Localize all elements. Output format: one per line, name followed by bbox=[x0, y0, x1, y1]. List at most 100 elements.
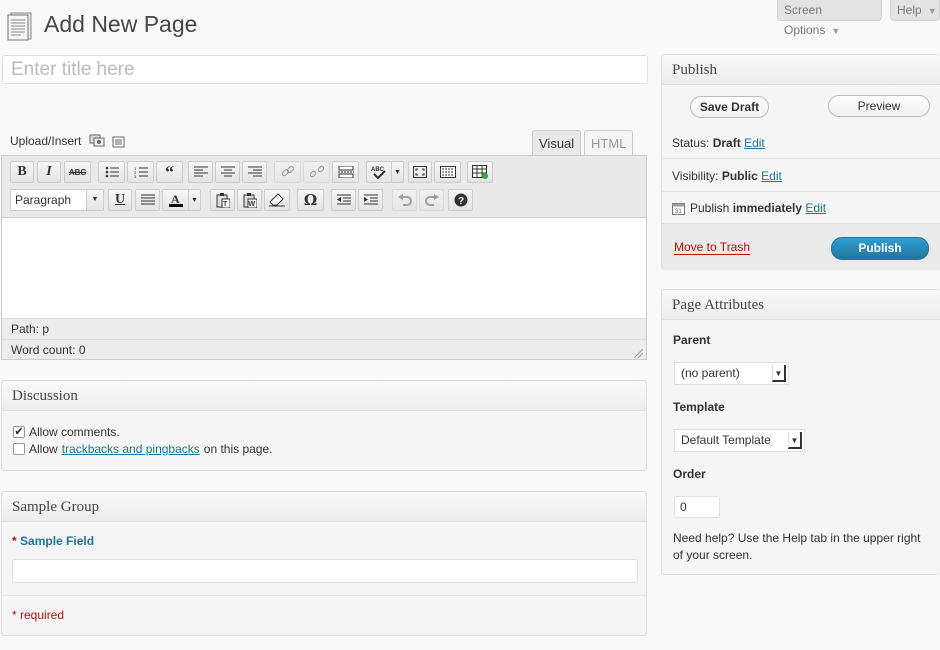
spellcheck-dropdown[interactable]: ▼ bbox=[391, 161, 404, 183]
remove-format-button[interactable] bbox=[264, 189, 290, 211]
editor-content-area[interactable] bbox=[2, 218, 646, 318]
sample-field-input[interactable] bbox=[12, 559, 638, 583]
ordered-list-icon: 123 bbox=[134, 166, 148, 178]
underline-button[interactable]: U bbox=[108, 189, 132, 211]
title-input[interactable]: Enter title here bbox=[2, 55, 648, 84]
trackbacks-link[interactable]: trackbacks and pingbacks bbox=[62, 442, 200, 456]
parent-select[interactable]: (no parent) ▼ bbox=[674, 362, 789, 385]
insert-table-button[interactable] bbox=[467, 161, 493, 183]
allow-comments-row: ✔ Allow comments. bbox=[13, 425, 120, 439]
template-label: Template bbox=[673, 400, 725, 414]
unlink-button[interactable] bbox=[303, 161, 330, 183]
unordered-list-button[interactable] bbox=[98, 161, 125, 183]
triangle-down-icon: ▼ bbox=[86, 190, 103, 210]
unlink-icon bbox=[309, 165, 324, 178]
edit-visibility-link[interactable]: Edit bbox=[761, 169, 782, 183]
ordered-list-button[interactable]: 123 bbox=[127, 161, 154, 183]
bold-icon: B bbox=[17, 164, 27, 179]
allow-trackbacks-checkbox[interactable] bbox=[13, 443, 25, 455]
page-title: Add New Page bbox=[44, 11, 198, 37]
blockquote-icon: “ bbox=[165, 162, 174, 182]
paste-text-icon: T bbox=[216, 192, 230, 208]
spellcheck-button[interactable]: ABC bbox=[366, 161, 392, 183]
kitchen-sink-button[interactable] bbox=[434, 161, 461, 183]
required-note: * required bbox=[12, 608, 65, 622]
omega-icon: Ω bbox=[303, 191, 318, 209]
redo-icon bbox=[424, 194, 439, 206]
svg-text:?: ? bbox=[458, 196, 464, 207]
page-attributes-title[interactable]: Page Attributes bbox=[662, 290, 940, 320]
visibility-row: Visibility: Public Edit bbox=[672, 169, 782, 183]
save-draft-button[interactable]: Save Draft bbox=[690, 96, 769, 118]
align-center-button[interactable] bbox=[215, 161, 240, 183]
triangle-down-icon: ▼ bbox=[831, 26, 841, 36]
strikethrough-icon: ABC bbox=[68, 167, 87, 177]
resize-handle-icon[interactable] bbox=[633, 347, 644, 359]
undo-button[interactable] bbox=[392, 189, 417, 211]
kitchen-sink-icon bbox=[439, 166, 456, 178]
outdent-icon bbox=[336, 194, 351, 205]
editor-container: Path: p Word count: 0 bbox=[1, 155, 647, 360]
discussion-title[interactable]: Discussion bbox=[2, 381, 646, 411]
editor-help-button[interactable]: ? bbox=[448, 189, 473, 211]
upload-insert-label: Upload/Insert bbox=[10, 134, 82, 148]
editor-status-area: Path: p Word count: 0 bbox=[2, 318, 646, 359]
paste-text-button[interactable]: T bbox=[210, 189, 235, 211]
link-button[interactable] bbox=[274, 161, 301, 183]
tab-html[interactable]: HTML bbox=[584, 130, 634, 156]
page-attributes-help: Need help? Use the Help tab in the upper… bbox=[673, 531, 921, 562]
paste-word-button[interactable]: W bbox=[237, 189, 262, 211]
align-right-button[interactable] bbox=[242, 161, 267, 183]
add-menu-icon[interactable] bbox=[112, 136, 125, 148]
tab-visual[interactable]: Visual bbox=[532, 130, 582, 156]
strikethrough-button[interactable]: ABC bbox=[64, 161, 91, 183]
help-button[interactable]: Help ▼ bbox=[890, 0, 940, 21]
edit-status-link[interactable]: Edit bbox=[744, 136, 765, 150]
status-row: Status: Draft Edit bbox=[672, 136, 765, 150]
move-to-trash-link[interactable]: Move to Trash bbox=[674, 240, 751, 255]
svg-text:T: T bbox=[223, 201, 228, 208]
page-attributes-box: Page Attributes Parent (no parent) ▼ Temp… bbox=[661, 289, 940, 575]
spellcheck-icon: ABC bbox=[371, 167, 386, 179]
align-right-icon bbox=[247, 166, 262, 177]
svg-text:31: 31 bbox=[675, 209, 682, 215]
publish-button[interactable]: Publish bbox=[831, 237, 929, 260]
sample-group-title[interactable]: Sample Group bbox=[2, 492, 646, 522]
more-tag-button[interactable] bbox=[332, 161, 359, 183]
sample-group-box: Sample Group * Sample Field * required bbox=[1, 491, 647, 636]
screen-options-button[interactable]: Screen Options ▼ bbox=[777, 0, 882, 37]
italic-button[interactable]: I bbox=[37, 161, 61, 183]
page-icon bbox=[6, 11, 34, 41]
order-input[interactable]: 0 bbox=[674, 496, 720, 518]
add-media-icon[interactable] bbox=[89, 133, 105, 147]
chevron-down-icon: ▼ bbox=[772, 365, 786, 382]
justify-button[interactable] bbox=[135, 189, 160, 211]
bold-button[interactable]: B bbox=[10, 161, 34, 183]
redo-button[interactable] bbox=[419, 189, 444, 211]
align-left-icon bbox=[193, 166, 208, 177]
preview-button[interactable]: Preview bbox=[828, 95, 930, 117]
fullscreen-button[interactable] bbox=[408, 161, 432, 183]
word-count: Word count: 0 bbox=[11, 343, 86, 357]
template-select[interactable]: Default Template ▼ bbox=[674, 429, 805, 452]
edit-publish-date-link[interactable]: Edit bbox=[805, 201, 826, 215]
triangle-down-icon: ▼ bbox=[394, 168, 401, 176]
text-color-icon: A bbox=[169, 193, 183, 207]
format-select[interactable]: Paragraph ▼ bbox=[10, 189, 104, 211]
help-icon: ? bbox=[454, 193, 467, 207]
parent-label: Parent bbox=[673, 333, 711, 347]
outdent-button[interactable] bbox=[331, 189, 356, 211]
fullscreen-icon bbox=[413, 166, 427, 178]
sample-field-label: * Sample Field bbox=[12, 534, 95, 548]
align-left-button[interactable] bbox=[188, 161, 213, 183]
special-character-button[interactable]: Ω bbox=[297, 189, 324, 211]
blockquote-button[interactable]: “ bbox=[156, 161, 183, 183]
triangle-down-icon: ▼ bbox=[191, 196, 198, 204]
text-color-dropdown[interactable]: ▼ bbox=[188, 189, 201, 211]
publish-title[interactable]: Publish bbox=[662, 55, 940, 85]
text-color-button[interactable]: A bbox=[162, 189, 190, 211]
allow-comments-checkbox[interactable]: ✔ bbox=[13, 426, 25, 438]
indent-button[interactable] bbox=[358, 189, 383, 211]
allow-trackbacks-row: Allow trackbacks and pingbacks on this p… bbox=[13, 442, 272, 456]
calendar-icon: 31 bbox=[672, 203, 685, 215]
